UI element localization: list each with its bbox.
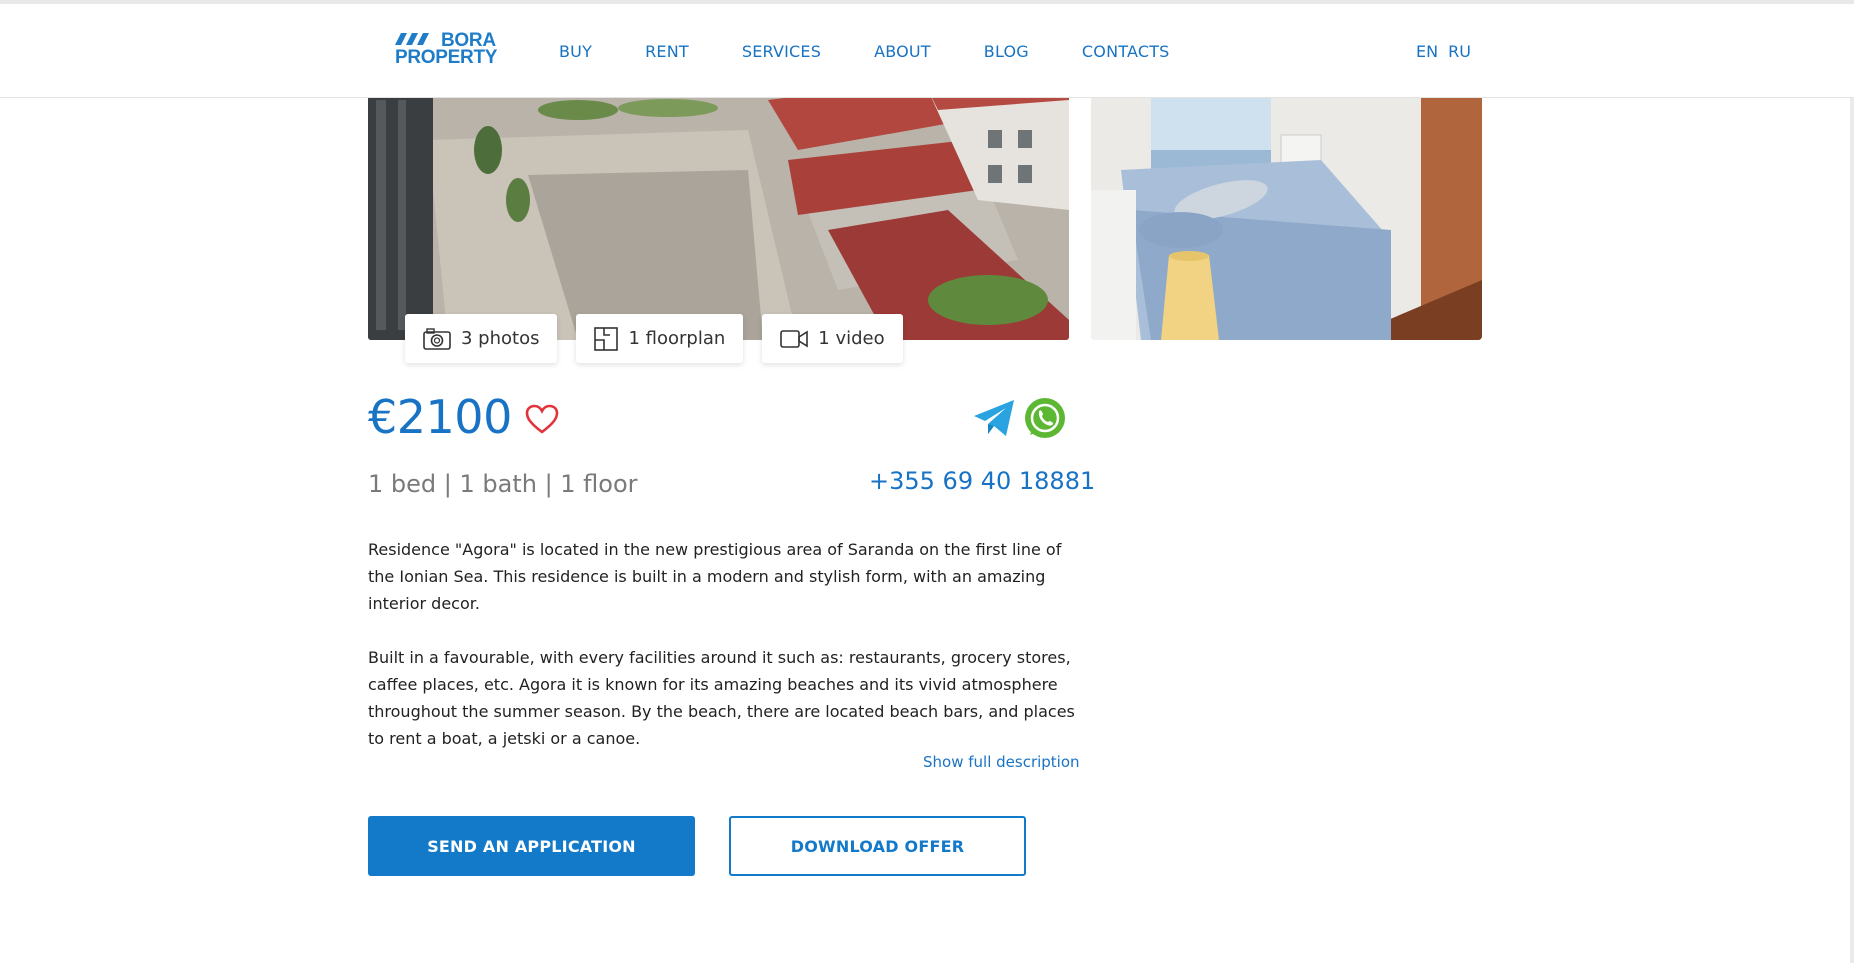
whatsapp-icon[interactable]	[1024, 397, 1066, 439]
show-full-description-link[interactable]: Show full description	[923, 753, 1080, 771]
listing-description: Residence "Agora" is located in the new …	[368, 536, 1076, 779]
lang-ru[interactable]: RU	[1448, 42, 1471, 61]
nav-buy[interactable]: BUY	[559, 42, 592, 61]
telegram-icon[interactable]	[974, 399, 1014, 437]
favorite-heart-icon[interactable]	[525, 404, 559, 434]
nav-about[interactable]: ABOUT	[874, 42, 931, 61]
description-paragraph-2: Built in a favourable, with every facili…	[368, 648, 1075, 748]
language-switcher: EN RU	[1416, 42, 1471, 61]
logo-line-2: PROPERTY	[395, 47, 498, 68]
listing-specs: 1 bed | 1 bath | 1 floor	[368, 470, 638, 498]
floorplan-count: 1 floorplan	[628, 328, 726, 349]
send-application-button[interactable]: SEND AN APPLICATION	[368, 816, 695, 876]
listing-price: €2100	[368, 390, 512, 444]
logo-text: BORA PROPERTY	[395, 31, 497, 67]
description-paragraph-1: Residence "Agora" is located in the new …	[368, 540, 1062, 613]
contact-phone[interactable]: +355 69 40 18881	[869, 467, 1095, 495]
floorplan-badge[interactable]: 1 floorplan	[576, 314, 744, 363]
camera-icon	[423, 327, 451, 350]
nav-blog[interactable]: BLOG	[984, 42, 1029, 61]
media-badges: 3 photos 1 floorplan 1 video	[405, 314, 903, 363]
download-offer-button[interactable]: DOWNLOAD OFFER	[729, 816, 1026, 876]
video-camera-icon	[780, 329, 809, 348]
lang-en[interactable]: EN	[1416, 42, 1438, 61]
video-count: 1 video	[818, 328, 885, 349]
nav-services[interactable]: SERVICES	[742, 42, 821, 61]
nav-contacts[interactable]: CONTACTS	[1082, 42, 1170, 61]
photos-badge[interactable]: 3 photos	[405, 314, 558, 363]
floorplan-icon	[594, 326, 619, 351]
video-badge[interactable]: 1 video	[762, 314, 903, 363]
photos-count: 3 photos	[461, 328, 540, 349]
site-header: BORA PROPERTY BUY RENT SERVICES ABOUT BL…	[0, 0, 1854, 98]
page-scrollbar[interactable]	[1850, 0, 1854, 963]
main-nav: BUY RENT SERVICES ABOUT BLOG CONTACTS	[559, 42, 1223, 61]
logo[interactable]: BORA PROPERTY	[395, 31, 497, 67]
nav-rent[interactable]: RENT	[645, 42, 689, 61]
